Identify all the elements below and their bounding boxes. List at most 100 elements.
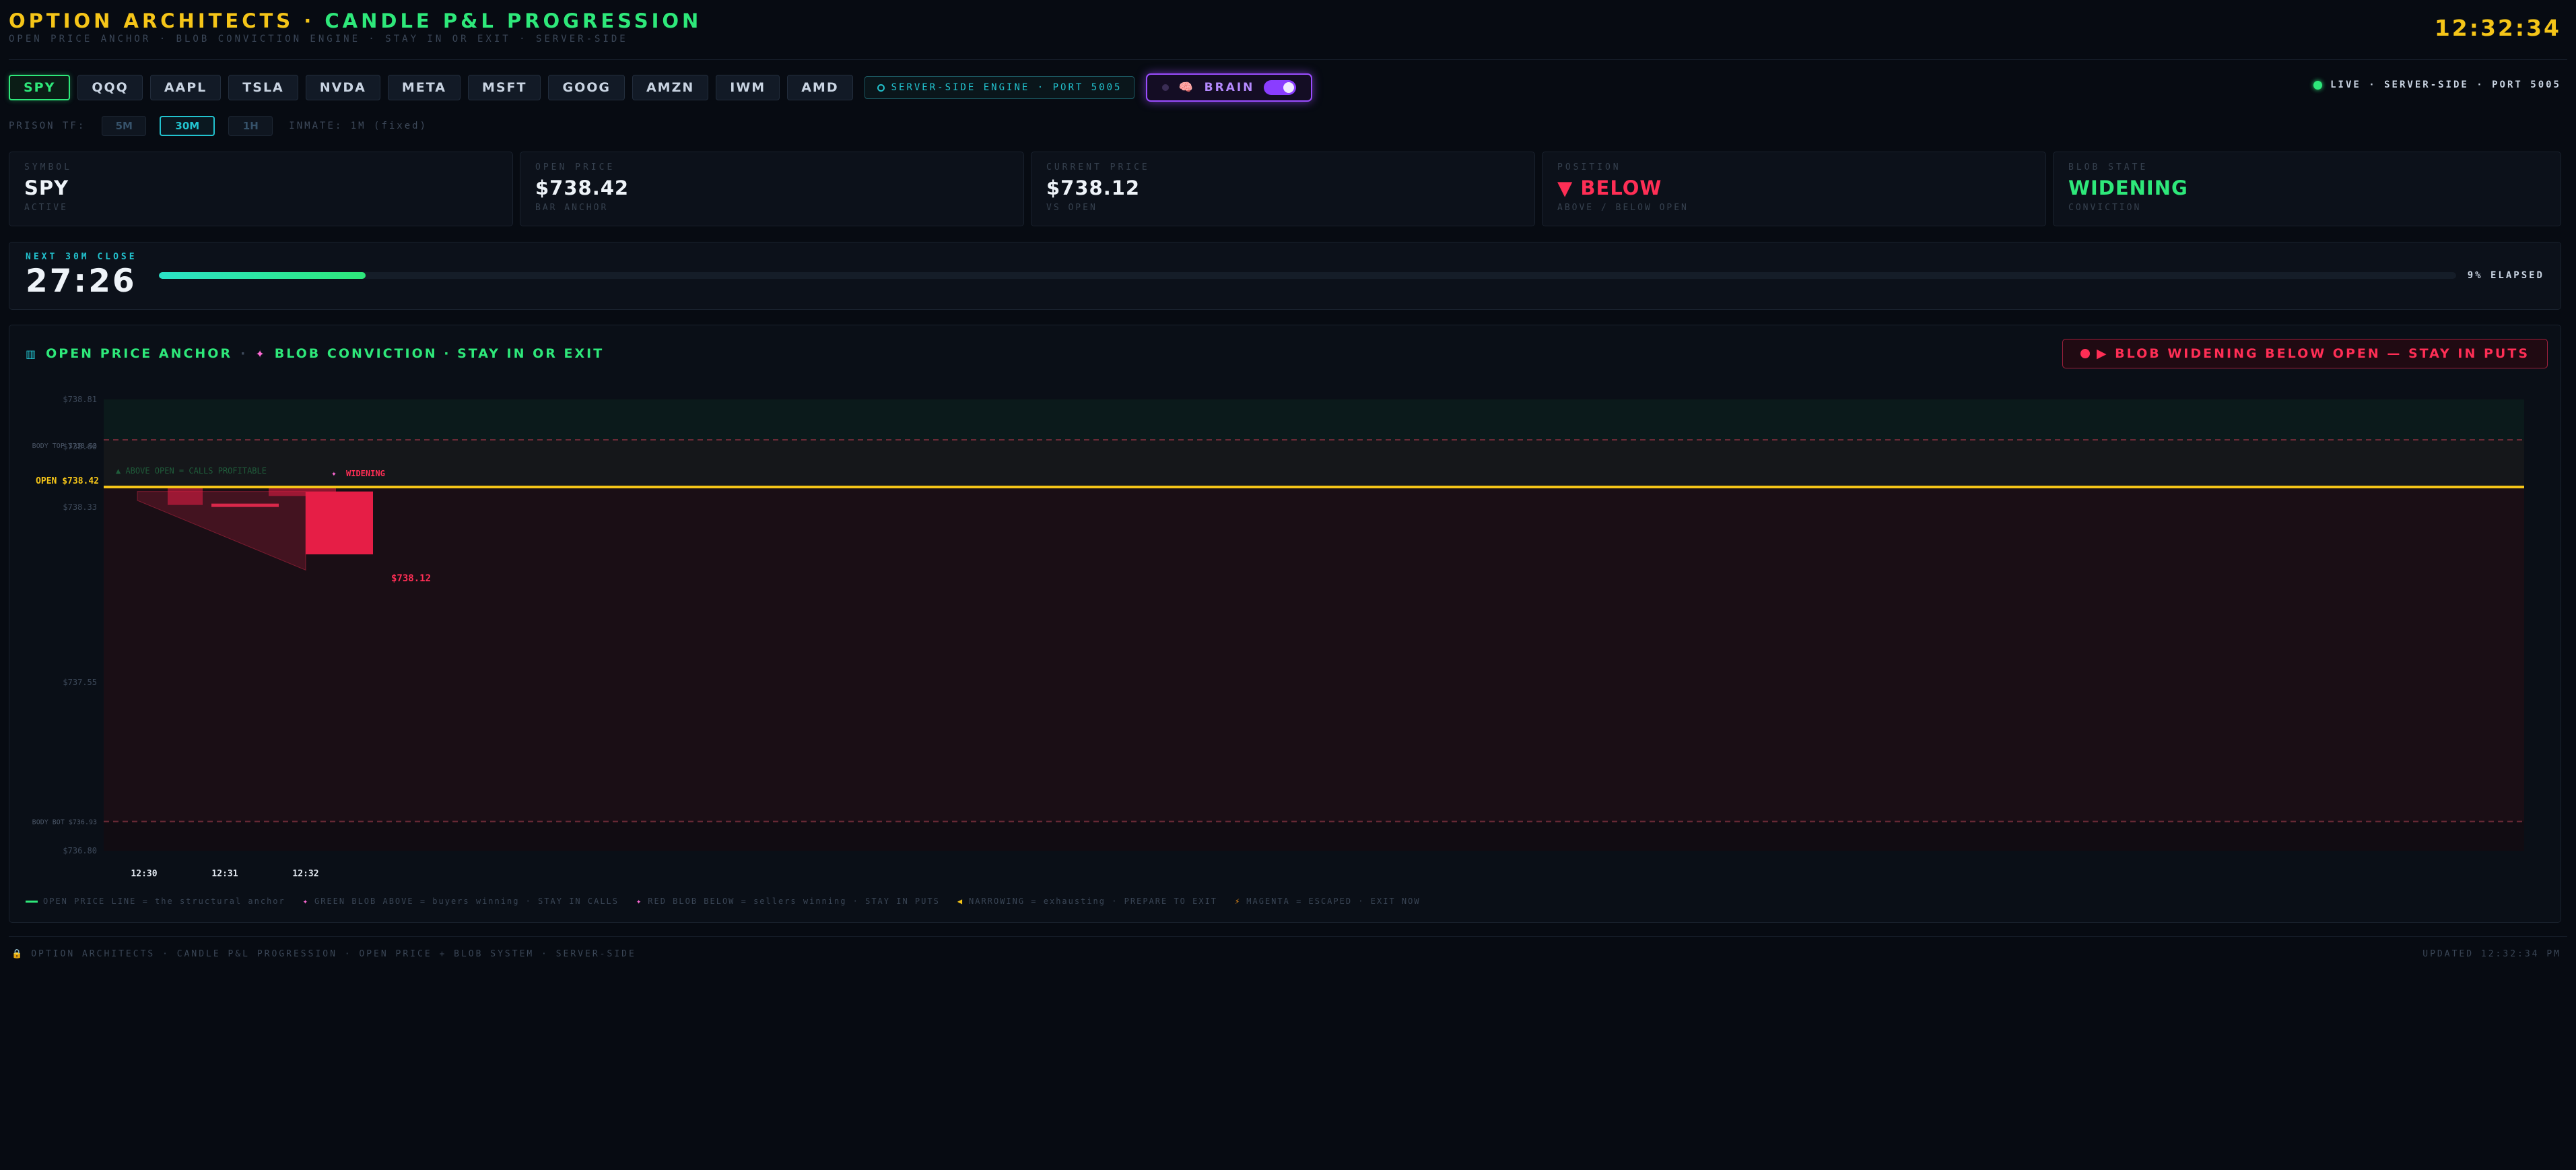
card-open-price: OPEN PRICE $738.42 BAR ANCHOR <box>520 152 1024 226</box>
countdown-panel: NEXT 30M CLOSE 27:26 9% ELAPSED <box>9 242 2561 310</box>
open-price-label: OPEN $738.42 <box>36 476 99 486</box>
candle-wick <box>211 503 279 507</box>
below-open-zone <box>104 487 2524 822</box>
blob-icon: ✦ <box>331 469 337 479</box>
legend-text: OPEN PRICE LINE = the structural anchor <box>43 897 285 906</box>
progress-bar <box>159 272 2456 279</box>
tf-5m-button[interactable]: 5M <box>102 116 147 136</box>
card-current-price: CURRENT PRICE $738.12 VS OPEN <box>1031 152 1535 226</box>
app-title-part1: OPTION ARCHITECTS · <box>9 9 325 32</box>
card-value: $738.42 <box>535 176 630 199</box>
card-sub: CONVICTION <box>2068 203 2142 213</box>
engine-badge-label: SERVER-SIDE ENGINE · PORT 5005 <box>891 82 1122 93</box>
blob-icon: ✦ <box>255 347 267 360</box>
brain-switch[interactable] <box>1264 80 1297 95</box>
clock: 12:32:34 <box>2434 15 2561 41</box>
ticker-goog[interactable]: GOOG <box>548 75 625 100</box>
green-line-swatch <box>26 900 38 903</box>
legend-item: ⚡ MAGENTA = ESCAPED · EXIT NOW <box>1235 897 1421 906</box>
tf-1h-button[interactable]: 1H <box>228 116 273 136</box>
body-bottom-label: BODY BOT $736.93 <box>32 819 97 826</box>
card-value: $738.12 <box>1046 176 1141 199</box>
brain-icon: 🧠 <box>1178 81 1195 94</box>
card-position: POSITION ▼ BELOW ABOVE / BELOW OPEN <box>1542 152 2046 226</box>
ticker-spy[interactable]: SPY <box>9 75 71 100</box>
price-chart: $738.81$738.60$738.33$737.55$736.80BODY … <box>32 395 2524 879</box>
body-top-label: BODY TOP $738.63 <box>32 443 97 450</box>
timeframe-label: PRISON TF: <box>9 121 86 131</box>
elapsed-text: 9% ELAPSED <box>2467 270 2544 281</box>
footer-divider <box>9 936 2567 937</box>
card-blob-state: BLOB STATE WIDENING CONVICTION <box>2053 152 2561 226</box>
footer-left: 🔒 OPTION ARCHITECTS · CANDLE P&L PROGRES… <box>11 949 636 959</box>
legend-text: GREEN BLOB ABOVE = buyers winning · STAY… <box>314 897 619 906</box>
live-indicator: LIVE · SERVER-SIDE · PORT 5005 <box>2313 79 2561 90</box>
timeframe-note: INMATE: 1M (fixed) <box>289 121 428 131</box>
current-price-label: $738.12 <box>391 573 431 584</box>
y-tick-label: $738.33 <box>63 502 97 512</box>
legend-text: MAGENTA = ESCAPED · EXIT NOW <box>1246 897 1421 906</box>
lock-icon: 🔒 <box>11 949 25 959</box>
ticker-iwm[interactable]: IWM <box>716 75 780 100</box>
legend-item: ◀ NARROWING = exhausting · PREPARE TO EXI… <box>957 897 1217 906</box>
ticker-bar: SPY QQQ AAPL TSLA NVDA META MSFT GOOG AM… <box>9 73 1313 102</box>
app-subtitle: OPEN PRICE ANCHOR · BLOB CONVICTION ENGI… <box>9 34 628 44</box>
status-dot-icon <box>1162 84 1170 91</box>
x-tick-label: 12:32 <box>292 869 318 879</box>
ticker-qqq[interactable]: QQQ <box>77 75 143 100</box>
legend-text: RED BLOB BELOW = sellers winning · STAY … <box>648 897 940 906</box>
legend-item: ✦ GREEN BLOB ABOVE = buyers winning · STA… <box>303 897 619 906</box>
legend-text: NARROWING = exhausting · PREPARE TO EXIT <box>969 897 1218 906</box>
card-sub: ACTIVE <box>24 203 68 213</box>
card-label: POSITION <box>1557 162 1621 172</box>
footer-updated: UPDATED 12:32:34 PM <box>2422 949 2561 959</box>
triangle-left-icon: ◀ <box>957 897 964 906</box>
card-label: CURRENT PRICE <box>1046 162 1150 172</box>
signal-alert-text: ▶ BLOB WIDENING BELOW OPEN — STAY IN PUT… <box>2096 346 2530 361</box>
ticker-tsla[interactable]: TSLA <box>228 75 298 100</box>
card-value: ▼ BELOW <box>1557 176 1662 199</box>
ticker-nvda[interactable]: NVDA <box>305 75 380 100</box>
chart-heading: ▥ OPEN PRICE ANCHOR · ✦ BLOB CONVICTION … <box>26 346 604 361</box>
chart-icon: ▥ <box>26 347 38 360</box>
app-title: OPTION ARCHITECTS · CANDLE P&L PROGRESSI… <box>9 9 702 32</box>
brain-label: BRAIN <box>1204 81 1255 94</box>
chart-panel: ▥ OPEN PRICE ANCHOR · ✦ BLOB CONVICTION … <box>9 325 2561 923</box>
header-divider <box>9 59 2567 60</box>
app-title-part2: CANDLE P&L PROGRESSION <box>325 9 702 32</box>
candle-body <box>306 491 373 554</box>
chart-heading-part1: OPEN PRICE ANCHOR <box>46 346 233 361</box>
progress-fill <box>159 272 366 279</box>
above-open-annotation: ▲ ABOVE OPEN = CALLS PROFITABLE <box>116 466 267 476</box>
lower-zone <box>104 821 2524 851</box>
card-symbol: SYMBOL SPY ACTIVE <box>9 152 513 226</box>
card-sub: ABOVE / BELOW OPEN <box>1557 203 1689 213</box>
candle-body <box>168 487 203 505</box>
switch-knob <box>1283 82 1295 93</box>
legend-item: OPEN PRICE LINE = the structural anchor <box>26 897 285 906</box>
ticker-meta[interactable]: META <box>387 75 461 100</box>
chart-heading-sep: · <box>240 346 248 361</box>
countdown-label: NEXT 30M CLOSE <box>26 252 137 262</box>
ticker-msft[interactable]: MSFT <box>467 75 541 100</box>
engine-badge: SERVER-SIDE ENGINE · PORT 5005 <box>864 76 1135 99</box>
legend-item: ✦ RED BLOB BELOW = sellers winning · STAY… <box>636 897 940 906</box>
blob-icon: ✦ <box>302 897 309 906</box>
ring-icon <box>877 84 885 92</box>
ticker-aapl[interactable]: AAPL <box>149 75 222 100</box>
card-sub: VS OPEN <box>1046 203 1097 213</box>
y-tick-label: $736.80 <box>63 846 97 855</box>
card-value: WIDENING <box>2068 176 2188 199</box>
card-label: SYMBOL <box>24 162 72 172</box>
tf-30m-button[interactable]: 30M <box>160 116 215 136</box>
chart-heading-part2: BLOB CONVICTION · STAY IN OR EXIT <box>274 346 605 361</box>
card-label: OPEN PRICE <box>535 162 615 172</box>
ticker-amzn[interactable]: AMZN <box>632 75 709 100</box>
y-tick-label: $737.55 <box>63 678 97 687</box>
blob-icon: ✦ <box>636 897 643 906</box>
above-open-zone <box>104 440 2524 487</box>
brain-toggle[interactable]: 🧠 BRAIN <box>1146 73 1313 102</box>
ticker-amd[interactable]: AMD <box>787 75 853 100</box>
blob-state-label: WIDENING <box>346 469 385 478</box>
y-tick-label: $738.81 <box>63 395 97 404</box>
